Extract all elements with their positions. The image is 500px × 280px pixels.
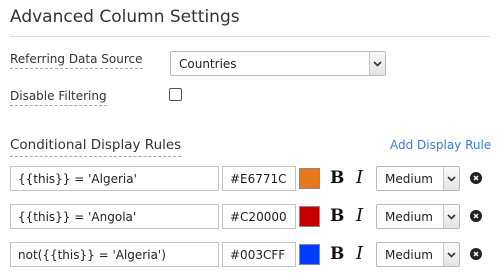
bold-button[interactable]: B [330, 168, 344, 188]
rule-color-swatch[interactable] [299, 206, 320, 227]
disable-filtering-label: Disable Filtering [10, 88, 107, 106]
bold-button[interactable]: B [330, 244, 344, 264]
rule-color-input[interactable]: #C20000 [222, 204, 296, 229]
rule-condition-text: {{this}} = 'Algeria' [18, 171, 137, 186]
page-title: Advanced Column Settings [10, 7, 240, 27]
bold-button[interactable]: B [330, 206, 344, 226]
rule-size-value: Medium [385, 247, 433, 262]
italic-button[interactable]: I [356, 167, 363, 188]
disable-filtering-checkbox[interactable] [169, 88, 182, 101]
data-source-select[interactable]: Countries [170, 51, 386, 76]
rule-color-text: #C20000 [230, 209, 287, 224]
rule-size-value: Medium [385, 171, 433, 186]
remove-circle-icon[interactable] [470, 210, 482, 222]
rule-condition-input[interactable]: not({{this}} = 'Algeria') [10, 242, 219, 267]
chevron-down-icon [443, 205, 459, 228]
rule-color-input[interactable]: #003CFF [222, 242, 296, 267]
rule-color-text: #003CFF [230, 247, 286, 262]
data-source-value: Countries [179, 56, 237, 71]
italic-button[interactable]: I [356, 243, 363, 264]
italic-button[interactable]: I [356, 205, 363, 226]
data-source-label: Referring Data Source [10, 51, 143, 69]
rule-color-swatch[interactable] [299, 168, 320, 189]
rule-condition-text: not({{this}} = 'Algeria') [18, 247, 166, 262]
rules-section-title: Conditional Display Rules [10, 136, 182, 157]
rule-size-select[interactable]: Medium [376, 166, 460, 191]
rule-color-input[interactable]: #E6771C [222, 166, 296, 191]
chevron-down-icon [443, 243, 459, 266]
rule-condition-input[interactable]: {{this}} = 'Algeria' [10, 166, 219, 191]
rule-size-value: Medium [385, 209, 433, 224]
rule-condition-input[interactable]: {{this}} = 'Angola' [10, 204, 219, 229]
add-display-rule-link[interactable]: Add Display Rule [390, 138, 491, 152]
remove-circle-icon[interactable] [470, 172, 482, 184]
title-divider [10, 36, 490, 37]
remove-circle-icon[interactable] [470, 248, 482, 260]
rule-color-text: #E6771C [230, 171, 287, 186]
rule-condition-text: {{this}} = 'Angola' [18, 209, 137, 224]
chevron-down-icon [369, 52, 385, 75]
rule-color-swatch[interactable] [299, 244, 320, 265]
rule-size-select[interactable]: Medium [376, 204, 460, 229]
rule-size-select[interactable]: Medium [376, 242, 460, 267]
chevron-down-icon [443, 167, 459, 190]
